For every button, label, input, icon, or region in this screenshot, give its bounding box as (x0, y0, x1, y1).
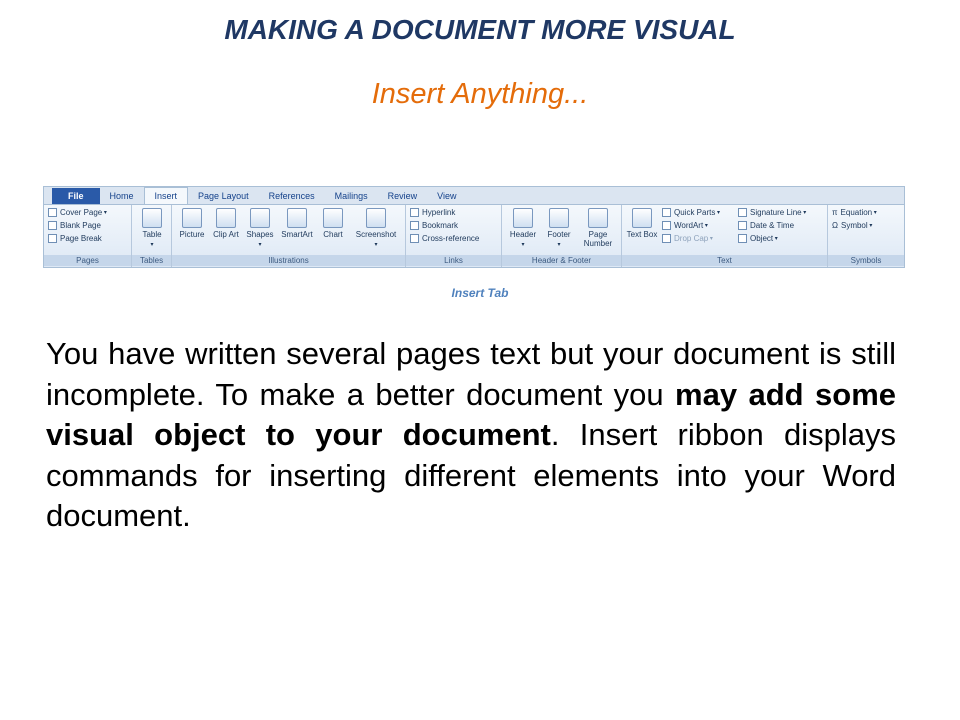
object-button[interactable]: Object ▾ (738, 234, 778, 243)
signature-line-icon (738, 208, 747, 217)
shapes-icon (250, 208, 270, 228)
group-label-pages: Pages (44, 255, 131, 266)
group-text: Text Box Quick Parts ▾ WordArt ▾ Drop Ca… (622, 205, 828, 267)
slide-title: MAKING A DOCUMENT MORE VISUAL (224, 14, 736, 45)
screenshot-icon (366, 208, 386, 228)
shapes-button[interactable]: Shapes ▾ (244, 208, 276, 250)
date-time-button[interactable]: Date & Time (738, 221, 794, 230)
body-paragraph: You have written several pages text but … (46, 334, 896, 537)
clip-art-button[interactable]: Clip Art (210, 208, 242, 239)
object-icon (738, 234, 747, 243)
ribbon-tabs: File Home Insert Page Layout References … (44, 187, 904, 205)
wordart-icon (662, 221, 671, 230)
footer-button[interactable]: Footer ▾ (542, 208, 576, 250)
group-label-links: Links (406, 255, 501, 266)
picture-button[interactable]: Picture (176, 208, 208, 239)
group-label-text: Text (622, 255, 827, 266)
symbol-button[interactable]: Ω Symbol ▾ (832, 221, 872, 230)
calendar-icon (738, 221, 747, 230)
ribbon-groups: Cover Page ▾ Blank Page Page Break Pages… (44, 205, 904, 267)
page-break-icon (48, 234, 57, 243)
text-box-icon (632, 208, 652, 228)
tab-file[interactable]: File (52, 188, 100, 204)
tab-view[interactable]: View (427, 189, 466, 204)
page-number-button[interactable]: Page Number (578, 208, 618, 248)
table-icon (142, 208, 162, 228)
blank-page-button[interactable]: Blank Page (48, 221, 101, 230)
header-icon (513, 208, 533, 228)
header-button[interactable]: Header ▾ (506, 208, 540, 250)
screenshot-button[interactable]: Screenshot ▾ (350, 208, 402, 250)
cover-page-icon (48, 208, 57, 217)
drop-cap-icon (662, 234, 671, 243)
page-number-icon (588, 208, 608, 228)
cross-reference-button[interactable]: Cross-reference (410, 234, 479, 243)
tab-references[interactable]: References (259, 189, 325, 204)
bookmark-icon (410, 221, 419, 230)
page-break-button[interactable]: Page Break (48, 234, 102, 243)
group-illustrations: Picture Clip Art Shapes ▾ SmartArt Chart … (172, 205, 406, 267)
picture-icon (182, 208, 202, 228)
signature-line-button[interactable]: Signature Line ▾ (738, 208, 806, 217)
tab-home[interactable]: Home (100, 189, 144, 204)
quick-parts-button[interactable]: Quick Parts ▾ (662, 208, 720, 217)
group-label-illustrations: Illustrations (172, 255, 405, 266)
table-button[interactable]: Table ▾ (140, 208, 164, 250)
footer-icon (549, 208, 569, 228)
smartart-button[interactable]: SmartArt (278, 208, 316, 239)
tab-review[interactable]: Review (378, 189, 428, 204)
image-caption: Insert Tab (451, 286, 509, 300)
group-pages: Cover Page ▾ Blank Page Page Break Pages (44, 205, 132, 267)
bookmark-button[interactable]: Bookmark (410, 221, 458, 230)
pi-icon: π (832, 208, 838, 217)
omega-icon: Ω (832, 221, 838, 230)
wordart-button[interactable]: WordArt ▾ (662, 221, 708, 230)
tab-page-layout[interactable]: Page Layout (188, 189, 259, 204)
group-symbols: π Equation ▾ Ω Symbol ▾ Symbols (828, 205, 904, 267)
quick-parts-icon (662, 208, 671, 217)
group-label-header-footer: Header & Footer (502, 255, 621, 266)
clip-art-icon (216, 208, 236, 228)
chart-button[interactable]: Chart (318, 208, 348, 239)
chart-icon (323, 208, 343, 228)
cover-page-button[interactable]: Cover Page ▾ (48, 208, 107, 217)
group-label-tables: Tables (132, 255, 171, 266)
equation-button[interactable]: π Equation ▾ (832, 208, 877, 217)
tab-insert[interactable]: Insert (143, 187, 189, 204)
hyperlink-icon (410, 208, 419, 217)
group-label-symbols: Symbols (828, 255, 904, 266)
blank-page-icon (48, 221, 57, 230)
group-tables: Table ▾ Tables (132, 205, 172, 267)
cross-reference-icon (410, 234, 419, 243)
hyperlink-button[interactable]: Hyperlink (410, 208, 455, 217)
drop-cap-button[interactable]: Drop Cap ▾ (662, 234, 713, 243)
slide-subtitle: Insert Anything... (371, 78, 589, 110)
tab-mailings[interactable]: Mailings (325, 189, 378, 204)
insert-ribbon: File Home Insert Page Layout References … (43, 186, 905, 268)
smartart-icon (287, 208, 307, 228)
text-box-button[interactable]: Text Box (626, 208, 658, 239)
group-header-footer: Header ▾ Footer ▾ Page Number Header & Foo… (502, 205, 622, 267)
group-links: Hyperlink Bookmark Cross-reference Links (406, 205, 502, 267)
